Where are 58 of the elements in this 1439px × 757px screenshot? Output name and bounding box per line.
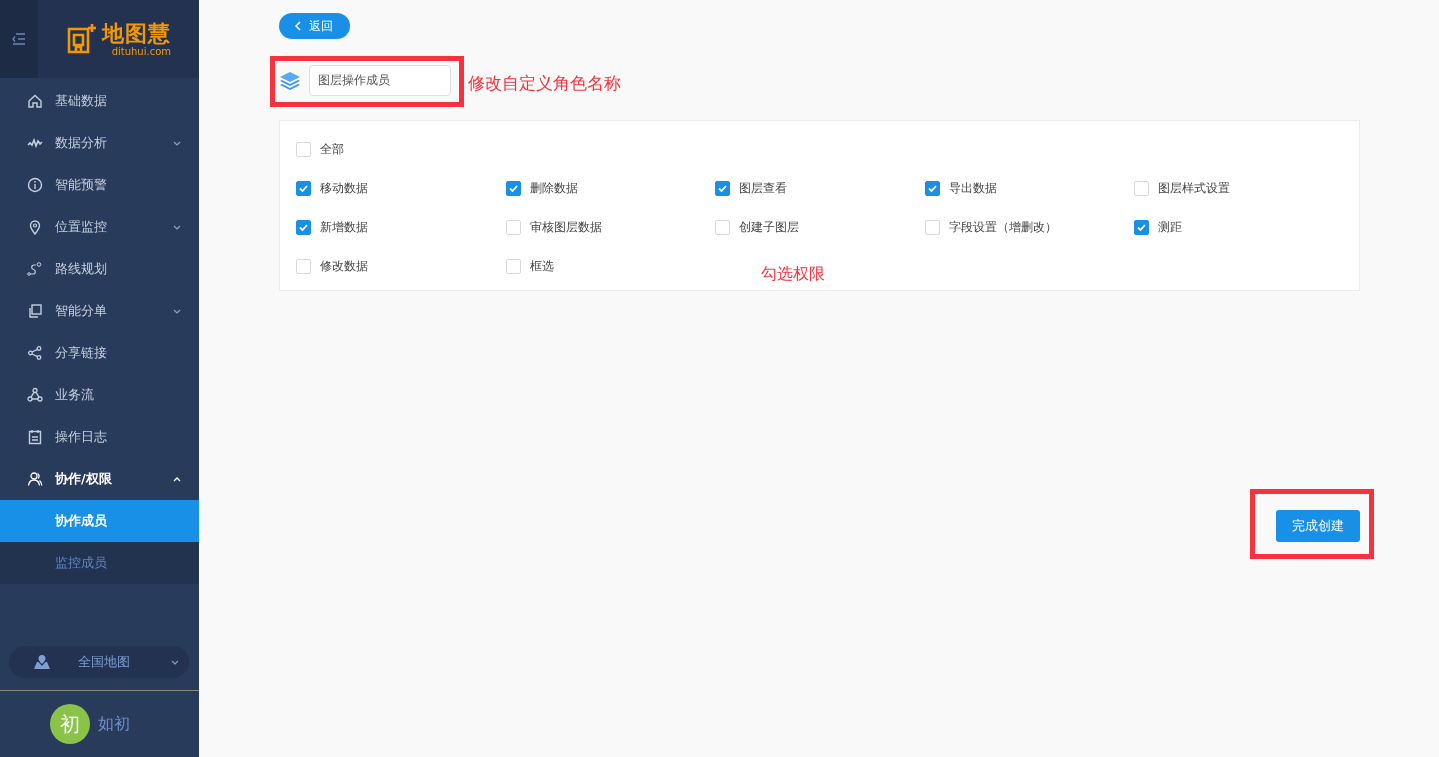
menu-collapse-icon[interactable]	[12, 33, 26, 45]
checkmark-icon	[1137, 223, 1146, 231]
logo-domain: dituhui.com	[110, 45, 171, 57]
checkmark-icon	[299, 223, 308, 231]
checkbox-label: 新增数据	[320, 218, 368, 236]
checkbox-label: 框选	[529, 257, 554, 275]
sidebar-item[interactable]: 分享链接	[0, 332, 199, 374]
home-icon	[27, 93, 43, 109]
clipboard-icon	[27, 429, 43, 445]
info-icon	[27, 177, 43, 193]
chevron-down-icon	[171, 659, 179, 665]
checkbox[interactable]	[505, 180, 521, 196]
checkmark-icon	[718, 184, 727, 192]
logo-text: 地图慧	[102, 21, 171, 46]
annotation-text: 勾选权限	[761, 264, 825, 285]
checkbox[interactable]	[296, 219, 311, 235]
location-pin-icon	[27, 219, 43, 235]
map-selector[interactable]: 全国地图	[9, 646, 189, 678]
checkbox-label: 图层样式设置	[1158, 179, 1230, 197]
checkmark-icon	[508, 184, 518, 192]
sidebar-item[interactable]: 操作日志	[0, 416, 199, 458]
checkbox-label: 图层查看	[739, 179, 787, 197]
checkbox[interactable]	[715, 180, 730, 196]
user-name: 如初	[97, 713, 130, 735]
layers-icon	[279, 69, 301, 92]
annotation-text: 修改自定义角色名称	[468, 72, 621, 95]
sidebar-item[interactable]: 数据分析	[0, 122, 199, 164]
sidebar-item[interactable]: 路线规划	[0, 248, 199, 290]
users-icon	[27, 471, 43, 487]
checkbox-label: 全部	[320, 140, 344, 158]
share-icon	[27, 345, 43, 361]
checkbox-label: 删除数据	[529, 179, 578, 197]
checkbox[interactable]	[1134, 219, 1149, 235]
sidebar-item[interactable]: 位置监控	[0, 206, 199, 248]
sidebar-item[interactable]: 智能预警	[0, 164, 199, 206]
sidebar-item[interactable]: 智能分单	[0, 290, 199, 332]
logo-icon	[66, 23, 98, 55]
sidebar-item[interactable]: 基础数据	[0, 80, 199, 122]
checkbox-label: 创建子图层	[739, 218, 799, 236]
checkmark-icon	[927, 184, 937, 192]
copy-icon	[27, 303, 43, 319]
sidebar-item[interactable]: 业务流	[0, 374, 199, 416]
sidebar-subitem[interactable]: 监控成员	[0, 542, 199, 584]
role-name-field[interactable]: 图层操作成员	[309, 65, 451, 96]
checkmark-icon	[299, 184, 308, 192]
checkbox[interactable]	[296, 180, 311, 196]
checkbox-label: 移动数据	[320, 179, 368, 197]
workflow-icon	[27, 387, 43, 403]
chevron-left-icon	[295, 21, 301, 31]
route-icon	[27, 261, 43, 277]
checkbox-label: 审核图层数据	[529, 218, 602, 236]
checkbox-label: 字段设置（增删改）	[948, 218, 1057, 236]
checkbox-label: 导出数据	[948, 179, 997, 197]
checkbox-label: 测距	[1158, 218, 1182, 236]
sidebar-item[interactable]: 协作/权限	[0, 458, 199, 500]
checkbox-label: 修改数据	[320, 257, 368, 275]
map-pin-icon	[33, 654, 51, 670]
checkbox[interactable]	[924, 180, 940, 196]
